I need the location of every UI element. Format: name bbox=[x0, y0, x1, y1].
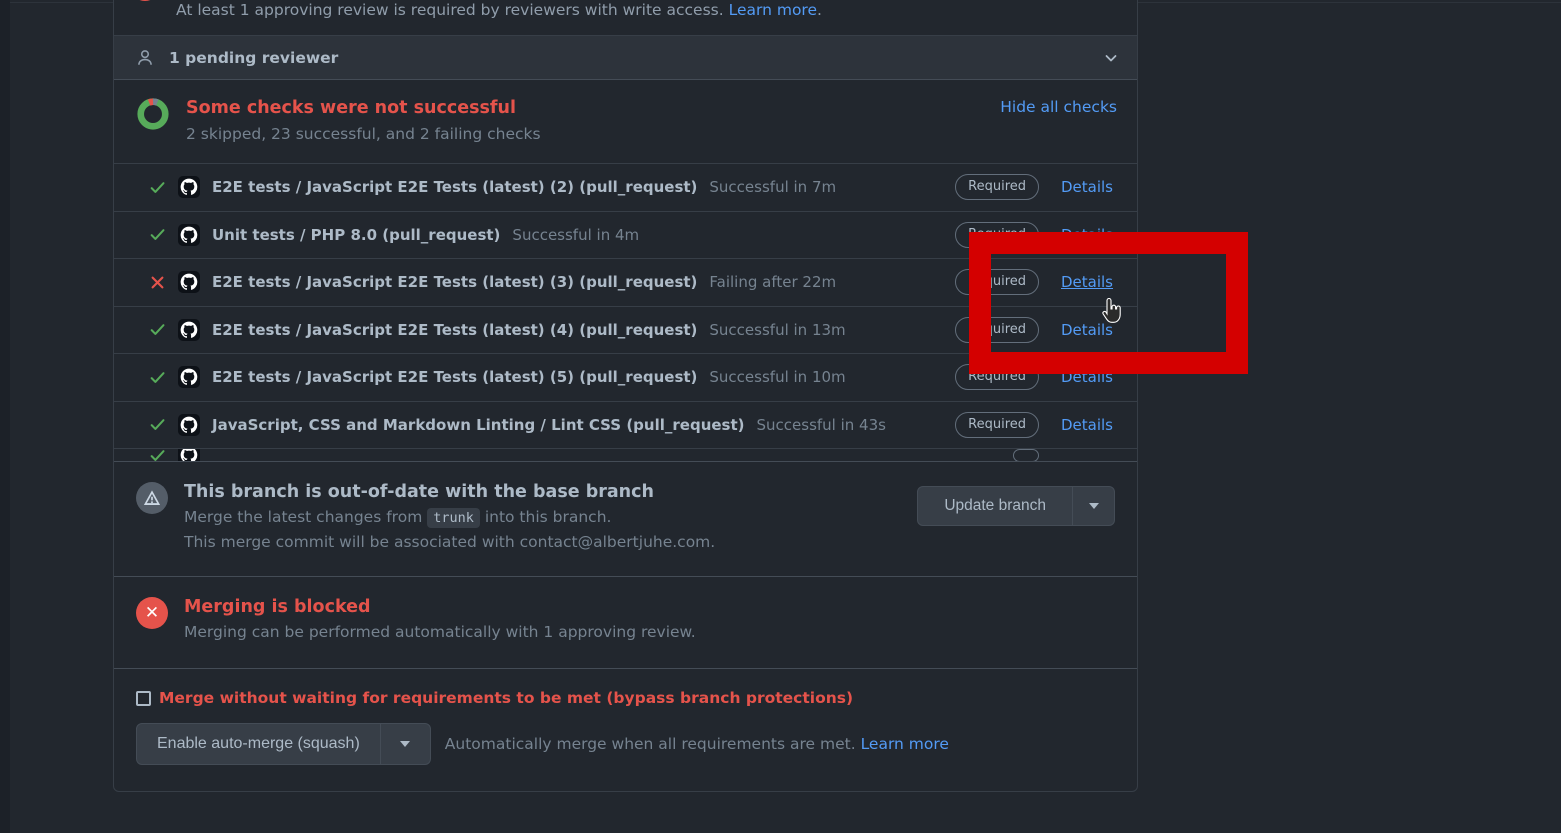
check-description: Successful in 7m bbox=[709, 178, 837, 197]
github-actions-icon bbox=[178, 413, 200, 436]
pending-reviewer-row[interactable]: 1 pending reviewer bbox=[114, 35, 1137, 80]
required-badge: Required bbox=[955, 221, 1039, 248]
check-details-link[interactable]: Details bbox=[1061, 273, 1115, 291]
checks-summary: Some checks were not successful 2 skippe… bbox=[186, 96, 1000, 145]
check-success-icon bbox=[148, 449, 166, 461]
check-description: Successful in 13m bbox=[709, 320, 846, 339]
merging-blocked-section: ✕ Merging is blocked Merging can be perf… bbox=[114, 576, 1137, 668]
check-row[interactable]: E2E tests / JavaScript E2E Tests (latest… bbox=[114, 164, 1137, 212]
x-circle-icon: ✕ bbox=[136, 597, 168, 629]
check-details-link[interactable]: Details bbox=[1061, 321, 1115, 339]
x-circle-icon bbox=[130, 0, 160, 1]
required-badge bbox=[1013, 449, 1039, 461]
checks-list: E2E tests / JavaScript E2E Tests (latest… bbox=[114, 163, 1137, 461]
check-details-link[interactable]: Details bbox=[1061, 226, 1115, 244]
check-success-icon bbox=[148, 179, 166, 196]
check-success-icon bbox=[148, 416, 166, 433]
github-actions-icon bbox=[178, 271, 200, 294]
page-left-gutter bbox=[0, 0, 10, 833]
merging-blocked-subtitle: Merging can be performed automatically w… bbox=[184, 623, 696, 641]
check-row[interactable]: E2E tests / JavaScript E2E Tests (latest… bbox=[114, 354, 1137, 402]
check-row[interactable]: JavaScript, CSS and Markdown Linting / L… bbox=[114, 401, 1137, 449]
check-row[interactable]: E2E tests / JavaScript E2E Tests (latest… bbox=[114, 306, 1137, 354]
branch-merge-instruction-before: Merge the latest changes from bbox=[184, 508, 423, 526]
check-details-link[interactable]: Details bbox=[1061, 368, 1115, 386]
enable-auto-merge-button[interactable]: Enable auto-merge (squash) bbox=[136, 723, 381, 765]
auto-merge-row: Enable auto-merge (squash) Automatically… bbox=[136, 723, 1115, 765]
check-name: E2E tests / JavaScript E2E Tests (latest… bbox=[212, 320, 698, 339]
check-success-icon bbox=[148, 226, 166, 243]
check-name: Unit tests / PHP 8.0 (pull_request) bbox=[212, 225, 501, 244]
check-description: Successful in 43s bbox=[756, 415, 886, 434]
check-name: JavaScript, CSS and Markdown Linting / L… bbox=[212, 415, 745, 434]
check-description: Failing after 22m bbox=[709, 273, 837, 292]
github-actions-icon bbox=[178, 366, 200, 389]
check-description: Successful in 4m bbox=[512, 225, 640, 244]
check-row[interactable]: E2E tests / JavaScript E2E Tests (latest… bbox=[114, 259, 1137, 307]
checks-header: Some checks were not successful 2 skippe… bbox=[114, 80, 1137, 163]
check-success-icon bbox=[148, 321, 166, 338]
github-actions-icon bbox=[178, 449, 200, 461]
check-failed-icon bbox=[148, 274, 166, 291]
checks-title: Some checks were not successful bbox=[186, 98, 517, 118]
donut-progress-icon bbox=[136, 97, 170, 131]
github-actions-icon bbox=[178, 176, 200, 199]
check-name: E2E tests / JavaScript E2E Tests (latest… bbox=[212, 368, 698, 387]
enable-auto-merge-dropdown-button[interactable] bbox=[380, 723, 431, 765]
bypass-checkbox-row[interactable]: Merge without waiting for requirements t… bbox=[136, 689, 1115, 707]
approving-review-message: At least 1 approving review is required … bbox=[176, 1, 724, 19]
alert-icon bbox=[136, 482, 168, 514]
check-description: Successful in 10m bbox=[709, 368, 846, 387]
check-details-link[interactable]: Details bbox=[1061, 178, 1115, 196]
github-actions-icon bbox=[178, 223, 200, 246]
required-badge: Required bbox=[955, 174, 1039, 201]
check-name: E2E tests / JavaScript E2E Tests (latest… bbox=[212, 178, 698, 197]
required-badge: Required bbox=[955, 411, 1039, 438]
screenshot-root: At least 1 approving review is required … bbox=[0, 0, 1561, 833]
check-success-icon bbox=[148, 369, 166, 386]
check-row-partial[interactable] bbox=[114, 449, 1137, 461]
merging-blocked-body: Merging is blocked Merging can be perfor… bbox=[184, 595, 696, 644]
approving-review-banner: At least 1 approving review is required … bbox=[114, 0, 1137, 35]
auto-merge-learn-more-link[interactable]: Learn more bbox=[861, 735, 949, 753]
github-actions-icon bbox=[178, 318, 200, 341]
auto-merge-note-text: Automatically merge when all requirement… bbox=[444, 735, 856, 753]
person-icon bbox=[136, 49, 154, 67]
chevron-down-icon bbox=[1088, 503, 1099, 509]
bypass-checkbox-label[interactable]: Merge without waiting for requirements t… bbox=[159, 689, 853, 707]
required-badge: Required bbox=[955, 316, 1039, 343]
required-badge: Required bbox=[955, 364, 1039, 391]
bypass-branch-protections-checkbox[interactable] bbox=[136, 690, 151, 706]
base-branch-name: trunk bbox=[427, 508, 480, 528]
chevron-down-icon bbox=[400, 741, 411, 747]
update-branch-button[interactable]: Update branch bbox=[917, 486, 1073, 526]
branch-out-of-date-title: This branch is out-of-date with the base… bbox=[184, 482, 654, 502]
branch-merge-instruction-after: into this branch. bbox=[484, 508, 612, 526]
branch-merge-instruction: Merge the latest changes from trunk into… bbox=[184, 505, 917, 530]
merging-blocked-title: Merging is blocked bbox=[184, 597, 371, 617]
hide-all-checks-link[interactable]: Hide all checks bbox=[1000, 96, 1117, 116]
branch-out-of-date-body: This branch is out-of-date with the base… bbox=[184, 480, 917, 554]
pr-merge-box: At least 1 approving review is required … bbox=[113, 0, 1138, 792]
merge-commit-association: This merge commit will be associated wit… bbox=[184, 533, 716, 551]
checks-subtitle: 2 skipped, 23 successful, and 2 failing … bbox=[186, 125, 541, 143]
bypass-section: Merge without waiting for requirements t… bbox=[114, 668, 1137, 791]
required-badge: Required bbox=[955, 269, 1039, 296]
chevron-down-icon[interactable] bbox=[1103, 50, 1119, 66]
check-name: E2E tests / JavaScript E2E Tests (latest… bbox=[212, 273, 698, 292]
branch-out-of-date-section: This branch is out-of-date with the base… bbox=[114, 461, 1137, 576]
approving-review-period: . bbox=[817, 1, 822, 19]
learn-more-link[interactable]: Learn more bbox=[729, 1, 817, 19]
update-branch-button-group: Update branch bbox=[917, 486, 1115, 526]
approving-review-text: At least 1 approving review is required … bbox=[176, 0, 822, 21]
update-branch-dropdown-button[interactable] bbox=[1073, 486, 1115, 526]
pending-reviewer-label: 1 pending reviewer bbox=[169, 48, 339, 67]
check-row[interactable]: Unit tests / PHP 8.0 (pull_request) Succe… bbox=[114, 211, 1137, 259]
check-details-link[interactable]: Details bbox=[1061, 416, 1115, 434]
auto-merge-note: Automatically merge when all requirement… bbox=[445, 735, 949, 753]
